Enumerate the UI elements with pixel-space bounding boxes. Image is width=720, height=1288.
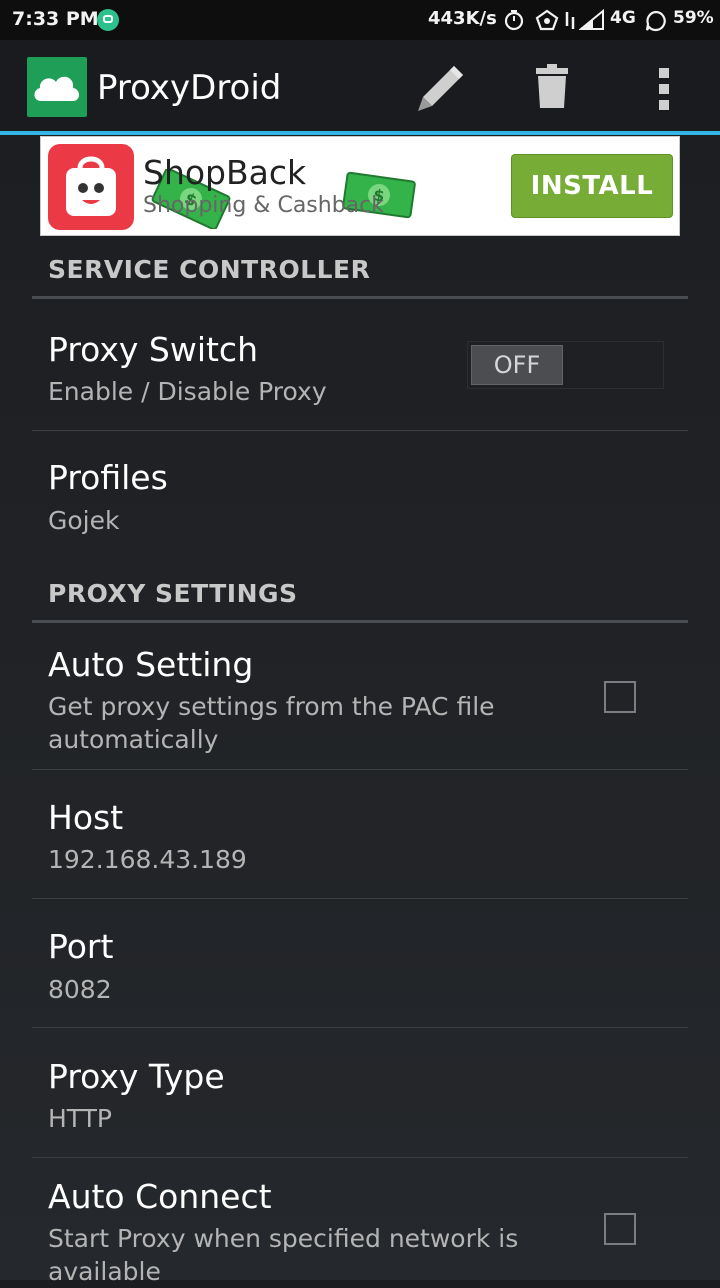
ad-subtitle: Shopping & Cashback: [143, 193, 384, 218]
home-alert-icon: [535, 9, 559, 31]
pref-title: Proxy Type: [48, 1057, 225, 1096]
auto-connect-checkbox[interactable]: [604, 1213, 636, 1245]
status-time: 7:33 PM: [12, 8, 99, 30]
pref-summary: Gojek: [48, 506, 120, 535]
pref-title: Proxy Switch: [48, 330, 258, 369]
edit-button[interactable]: [410, 58, 470, 118]
status-bar: 7:33 PM 443K/s 4G 59%: [0, 0, 720, 40]
pref-summary: 8082: [48, 975, 112, 1004]
overflow-menu-button[interactable]: [634, 58, 694, 118]
row-divider: [32, 769, 688, 770]
delete-button[interactable]: [522, 58, 582, 118]
overflow-menu-icon: [659, 68, 669, 110]
edit-icon: [418, 66, 463, 111]
auto-setting-checkbox[interactable]: [604, 681, 636, 713]
app-logo-icon: [27, 57, 87, 117]
pref-title: Host: [48, 798, 124, 837]
chat-icon: [645, 10, 666, 32]
ad-title: ShopBack: [143, 153, 307, 192]
section-header-service-controller: SERVICE CONTROLLER: [48, 255, 371, 284]
pref-title: Auto Connect: [48, 1177, 272, 1216]
action-bar-divider: [0, 131, 720, 135]
shopback-logo-icon: [48, 144, 134, 230]
section-divider: [32, 296, 688, 299]
timer-icon: [504, 10, 524, 31]
cell-signal-icon: [579, 9, 604, 30]
pref-summary: HTTP: [48, 1104, 112, 1133]
battery-level: 59%: [673, 8, 714, 28]
notification-icon: [97, 9, 119, 31]
delete-icon: [536, 64, 568, 108]
toggle-state-label: OFF: [471, 345, 563, 385]
network-speed: 443K/s: [428, 8, 497, 29]
signal-arrows-icon: [565, 12, 575, 29]
row-divider: [32, 430, 688, 431]
ad-banner[interactable]: $ $ ShopBack Shopping & Cashback INSTALL: [40, 136, 680, 236]
proxy-switch-toggle[interactable]: OFF: [467, 341, 664, 389]
pref-title: Port: [48, 927, 114, 966]
pref-summary: Start Proxy when specified network is av…: [48, 1224, 519, 1286]
network-type: 4G: [610, 8, 636, 28]
pref-summary: Get proxy settings from the PAC file aut…: [48, 692, 495, 754]
row-divider: [32, 898, 688, 899]
pref-title: Auto Setting: [48, 645, 254, 684]
section-header-proxy-settings: PROXY SETTINGS: [48, 579, 298, 608]
row-divider: [32, 1027, 688, 1028]
install-button[interactable]: INSTALL: [511, 154, 673, 218]
app-title: ProxyDroid: [97, 68, 282, 108]
section-divider: [32, 620, 688, 623]
pref-summary: 192.168.43.189: [48, 845, 247, 874]
pref-title: Profiles: [48, 458, 168, 497]
row-divider: [32, 1157, 688, 1158]
